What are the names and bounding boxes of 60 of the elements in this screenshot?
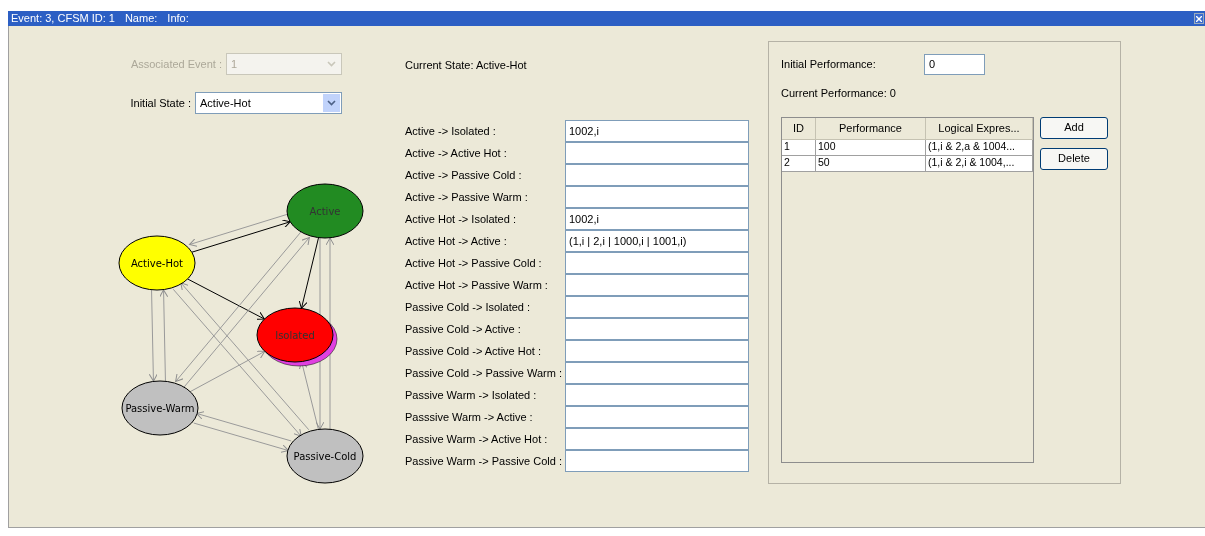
title-text: Event: 3, CFSM ID: 1 [11,13,115,24]
transition-label: Active -> Active Hot : [405,145,508,161]
caret-icon [323,94,340,112]
dropdown-value: Active-Hot [199,95,252,111]
input-field[interactable] [565,164,749,186]
field-label: Initial Performance: [781,57,877,73]
transition-label: Active -> Passive Warm : [405,189,529,205]
transition-label: Passive Cold -> Isolated : [405,299,532,315]
dropdown[interactable]: Active-Hot [195,92,342,114]
transition-label: Passive Cold -> Passive Warm : [405,365,562,381]
input-field[interactable] [565,340,749,362]
title-text: Name: [124,13,158,24]
input-field[interactable]: 1002,i [565,120,749,142]
input-field[interactable] [565,186,749,208]
transition-label: Active -> Passive Cold : [405,167,523,183]
input-field[interactable] [565,450,749,472]
field-label: Associated Event : [130,56,222,72]
input-field[interactable] [565,142,749,164]
column-header[interactable]: Performance [816,117,926,139]
table-cell: 1 [782,139,816,156]
current-state-text: Current State: Active-Hot [405,58,528,72]
state-node[interactable]: Active-Hot [118,235,196,291]
input-field[interactable] [565,428,749,450]
state-node[interactable]: Passive-Warm [121,380,199,436]
field-label: Initial State : [130,95,191,111]
input-field[interactable]: (1,i | 2,i | 1000,i | 1001,i) [565,230,749,252]
current-performance-text: Current Performance: 0 [781,86,897,101]
column-header[interactable]: Logical Expres... [926,117,1033,139]
title-text: Info: [167,13,189,24]
input-field[interactable] [565,318,749,340]
transition-label: Active Hot -> Passive Cold : [405,255,543,271]
input-field[interactable]: 0 [924,54,985,75]
dropdown-value: 1 [230,56,239,72]
close-icon[interactable] [1194,13,1204,24]
table-cell: 50 [816,155,926,172]
transition-label: Active Hot -> Active : [405,233,508,249]
table-cell: 100 [816,139,926,156]
input-field[interactable] [565,406,749,428]
table-cell: (1,i & 2,a & 1004... [926,139,1033,156]
input-field[interactable] [565,362,749,384]
input-field[interactable] [565,296,749,318]
transition-label: Passive Warm -> Isolated : [405,387,538,403]
input-field[interactable] [565,252,749,274]
input-field[interactable] [565,384,749,406]
transition-label: Active -> Isolated : [405,123,497,139]
table-cell: (1,i & 2,i & 1004,... [926,155,1033,172]
transition-label: Active Hot -> Passive Warm : [405,277,549,293]
state-node[interactable]: Passive-Cold [286,428,364,484]
transition-label: Passive Warm -> Active Hot : [405,431,549,447]
transition-label: Passive Warm -> Passive Cold : [405,453,562,469]
transition-label: Active Hot -> Isolated : [405,211,517,227]
action-button[interactable]: Add [1040,116,1108,139]
action-button[interactable]: Delete [1040,147,1108,170]
input-field[interactable]: 1002,i [565,208,749,230]
column-header[interactable]: ID [782,117,816,139]
transition-label: Passive Cold -> Active Hot : [405,343,543,359]
transition-label: Passsive Warm -> Active : [405,409,534,425]
input-field[interactable] [565,274,749,296]
transition-label: Passive Cold -> Active : [405,321,522,337]
table-cell: 2 [782,155,816,172]
